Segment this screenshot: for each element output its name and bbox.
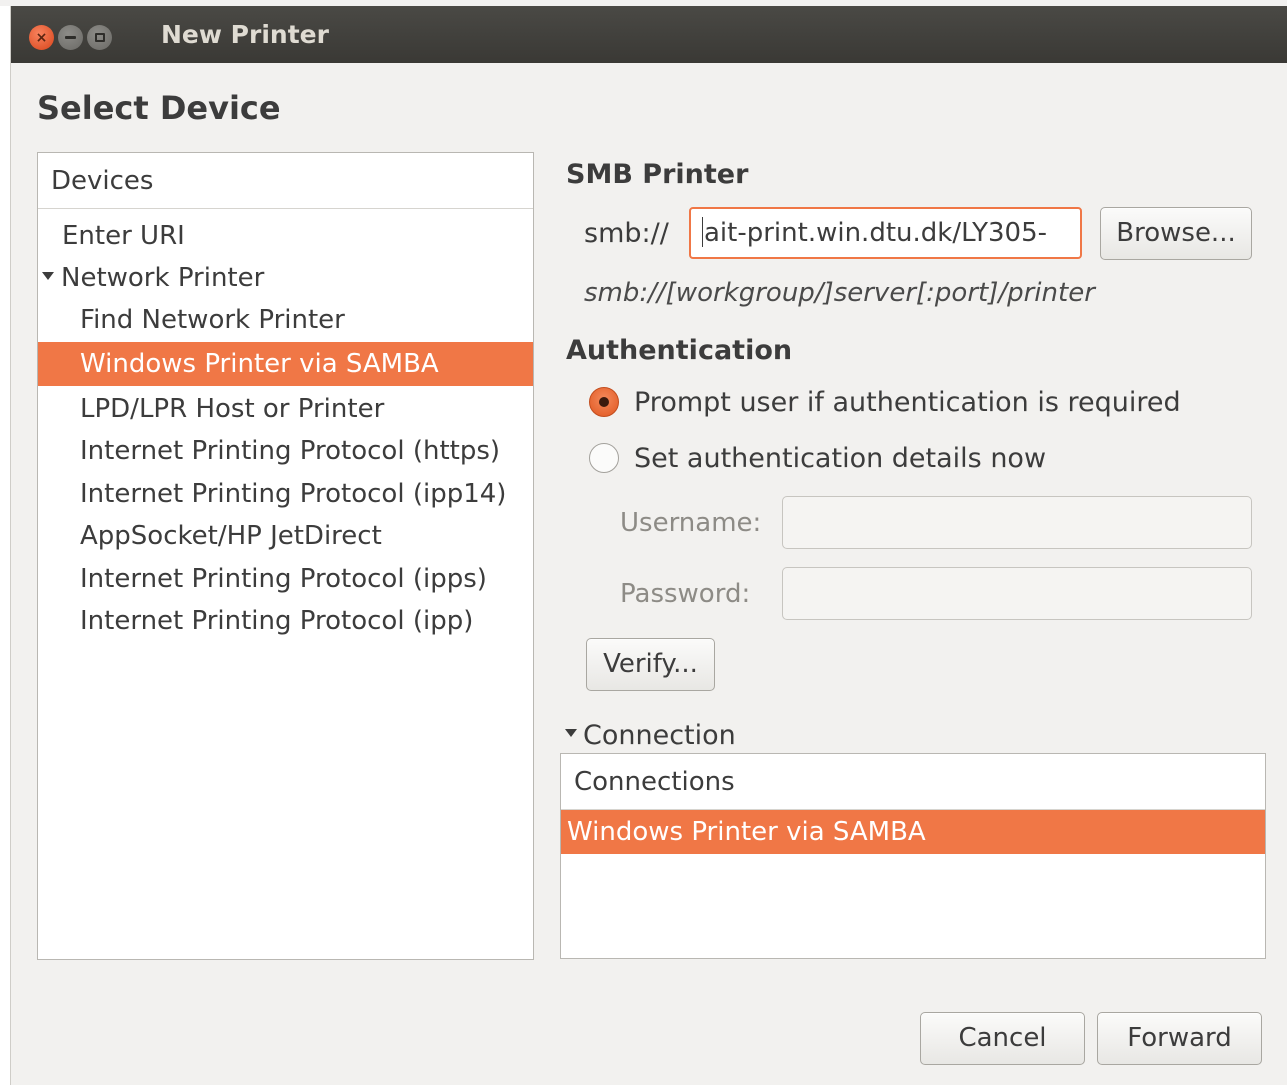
radio-prompt-user[interactable]: Prompt user if authentication is require… xyxy=(589,382,1181,422)
radio-set-label: Set authentication details now xyxy=(634,442,1047,474)
authentication-section-title: Authentication xyxy=(566,335,793,366)
device-item-label: Internet Printing Protocol (ipp14) xyxy=(80,479,507,509)
device-item-enter-uri[interactable]: Enter URI xyxy=(62,215,522,257)
device-item-lpd-lpr[interactable]: LPD/LPR Host or Printer xyxy=(80,388,533,430)
maximize-icon xyxy=(94,33,105,42)
minimize-window-button[interactable] xyxy=(58,25,83,50)
devices-list[interactable]: Devices Enter URI Network Printer Find N… xyxy=(37,152,534,960)
maximize-window-button[interactable] xyxy=(87,25,112,50)
connections-list[interactable]: Connections Windows Printer via SAMBA xyxy=(560,753,1266,959)
device-item-find-network-printer[interactable]: Find Network Printer xyxy=(80,299,533,341)
device-item-label: LPD/LPR Host or Printer xyxy=(80,394,385,424)
password-field xyxy=(782,567,1252,620)
radio-set-details[interactable]: Set authentication details now xyxy=(589,438,1046,478)
device-item-label: Find Network Printer xyxy=(80,305,345,335)
close-icon: × xyxy=(35,29,48,46)
page-title: Select Device xyxy=(37,89,281,127)
device-item-network-printer[interactable]: Network Printer xyxy=(42,257,522,299)
close-window-button[interactable]: × xyxy=(29,25,54,50)
password-label: Password: xyxy=(620,579,751,609)
smb-uri-hint: smb://[workgroup/]server[:port]/printer xyxy=(584,278,1095,308)
cancel-button[interactable]: Cancel xyxy=(920,1012,1085,1065)
text-cursor xyxy=(702,216,703,247)
device-item-windows-samba[interactable]: Windows Printer via SAMBA xyxy=(38,342,533,386)
radio-prompt-label: Prompt user if authentication is require… xyxy=(634,386,1181,418)
device-item-label: Windows Printer via SAMBA xyxy=(80,349,439,379)
radio-checked-icon[interactable] xyxy=(589,387,619,417)
smb-uri-input[interactable]: ait-print.win.dtu.dk/LY305- xyxy=(689,207,1082,259)
device-item-label: AppSocket/HP JetDirect xyxy=(80,521,382,551)
smb-section-title: SMB Printer xyxy=(566,159,749,190)
device-item-label: Enter URI xyxy=(62,221,185,251)
title-bar: × New Printer xyxy=(11,6,1287,63)
device-item-ipp-https[interactable]: Internet Printing Protocol (https) xyxy=(80,430,533,472)
connection-item-windows-samba[interactable]: Windows Printer via SAMBA xyxy=(561,810,1265,854)
verify-button[interactable]: Verify... xyxy=(586,638,715,691)
radio-unchecked-icon[interactable] xyxy=(589,443,619,473)
connection-expander[interactable]: Connection xyxy=(565,720,736,751)
device-item-label: Network Printer xyxy=(61,263,265,293)
device-item-label: Internet Printing Protocol (ipp) xyxy=(80,606,474,636)
username-label: Username: xyxy=(620,508,762,538)
window-title: New Printer xyxy=(161,20,329,49)
device-item-ipp14[interactable]: Internet Printing Protocol (ipp14) xyxy=(80,473,533,515)
expander-arrow-icon[interactable] xyxy=(42,271,54,280)
device-item-label: Internet Printing Protocol (https) xyxy=(80,436,501,466)
connections-column-header[interactable]: Connections xyxy=(561,754,1265,810)
forward-button[interactable]: Forward xyxy=(1097,1012,1262,1065)
smb-uri-value: ait-print.win.dtu.dk/LY305- xyxy=(704,218,1048,248)
connection-expander-label: Connection xyxy=(583,720,736,751)
devices-column-header[interactable]: Devices xyxy=(38,153,533,209)
username-field xyxy=(782,496,1252,549)
device-item-appsocket[interactable]: AppSocket/HP JetDirect xyxy=(80,515,533,557)
new-printer-window: × New Printer Select Device Devices Ente… xyxy=(10,6,1287,1085)
device-item-ipp[interactable]: Internet Printing Protocol (ipp) xyxy=(80,600,533,642)
browse-button[interactable]: Browse... xyxy=(1100,207,1252,260)
smb-prefix-label: smb:// xyxy=(584,218,669,249)
device-item-label: Internet Printing Protocol (ipps) xyxy=(80,564,487,594)
device-item-ipps[interactable]: Internet Printing Protocol (ipps) xyxy=(80,558,533,600)
minimize-icon xyxy=(65,36,76,39)
expander-arrow-icon xyxy=(565,728,577,737)
